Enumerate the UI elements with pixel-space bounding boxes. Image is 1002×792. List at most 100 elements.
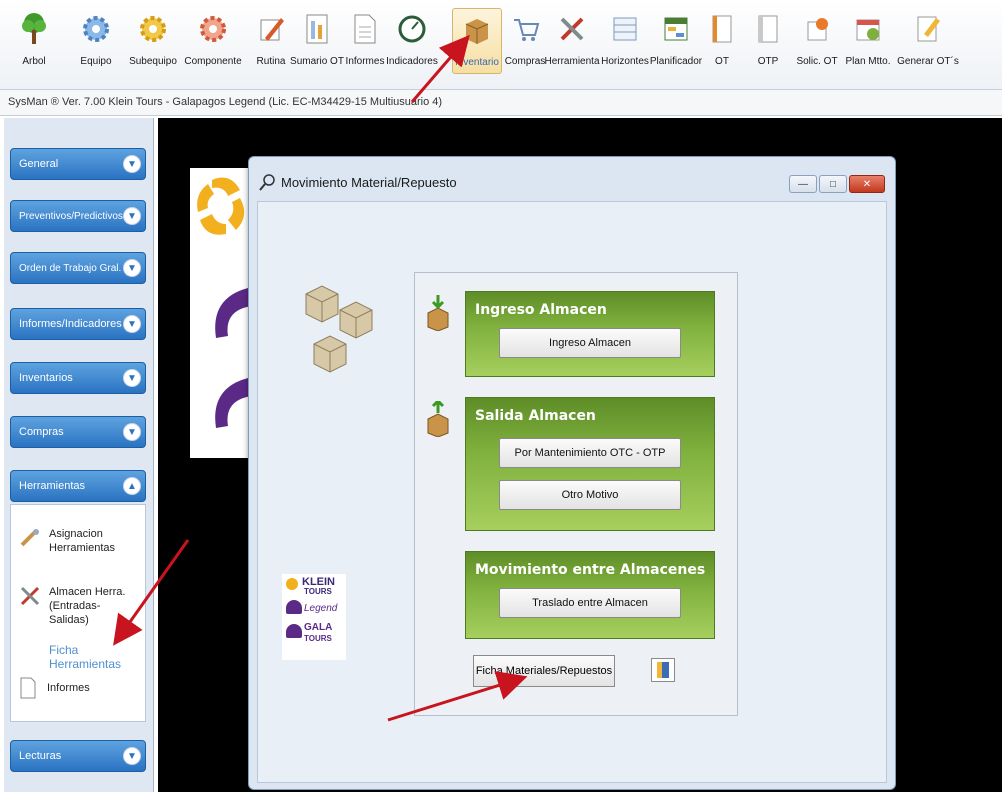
- document-icon: [346, 8, 384, 50]
- toolbar-label: Indicadores: [386, 56, 438, 67]
- toolbar-informes[interactable]: Informes: [346, 8, 384, 74]
- movimiento-almacenes-title: Movimiento entre Almacenes: [475, 562, 706, 578]
- toolbar-herramienta[interactable]: Herramienta: [544, 8, 600, 74]
- dialog-body: Ingreso Almacen Ingreso Almacen Salida A…: [257, 201, 887, 783]
- sidebar-section-label: Lecturas: [19, 750, 62, 762]
- toolbar-horizontes[interactable]: Horizontes: [601, 8, 649, 74]
- minimize-button[interactable]: —: [789, 175, 817, 193]
- sidebar-section-label: Informes/Indicadores: [19, 318, 122, 330]
- chevron-down-icon: ▼: [123, 369, 141, 387]
- sidebar-section-preventivos[interactable]: Preventivos/Predictivos ▼: [10, 200, 146, 232]
- window-controls: — □ ✕: [789, 175, 885, 193]
- galapagos-logo-icon: [286, 600, 302, 614]
- panel-item-asignacion[interactable]: Asignacion Herramientas: [19, 527, 129, 555]
- toolbar-label: Herramienta: [544, 56, 600, 67]
- toolbar-label: Horizontes: [601, 56, 649, 67]
- toolbar-label: Inventario: [455, 57, 499, 68]
- sidebar-section-orden-trabajo[interactable]: Orden de Trabajo Gral. ▼: [10, 252, 146, 284]
- klein-tours-logo: KLEIN TOURS Legend GALA TOURS: [282, 574, 346, 660]
- status-bar: SysMan ® Ver. 7.00 Klein Tours - Galapag…: [0, 90, 1002, 116]
- document-icon: [20, 677, 36, 699]
- tools-assign-icon: [20, 529, 39, 547]
- toolbar-generar-ots[interactable]: Generar OT´s: [896, 8, 960, 74]
- toolbar-label: Equipo: [80, 56, 112, 67]
- exit-door-button[interactable]: [651, 658, 675, 682]
- gear-yellow-icon: [134, 8, 172, 50]
- sidebar-section-label: General: [19, 158, 59, 170]
- toolbar-subequipo[interactable]: Subequipo: [128, 8, 178, 74]
- chevron-down-icon: ▼: [123, 747, 141, 765]
- sidebar-section-label: Herramientas: [19, 480, 86, 492]
- toolbar-inventario[interactable]: Inventario: [452, 8, 502, 74]
- ficha-materiales-button[interactable]: Ficha Materiales/Repuestos: [473, 655, 615, 687]
- sidebar-section-label: Orden de Trabajo Gral.: [19, 262, 122, 274]
- toolbar-plan-mtto[interactable]: Plan Mtto.: [842, 8, 894, 74]
- toolbar-sumario-ot[interactable]: Sumario OT: [290, 8, 344, 74]
- box-out-arrow-icon: [427, 401, 449, 437]
- sidebar-section-lecturas[interactable]: Lecturas ▼: [10, 740, 146, 772]
- pencil-icon: [252, 8, 290, 50]
- gear-blue-icon: [77, 8, 115, 50]
- sidebar-section-compras[interactable]: Compras ▼: [10, 416, 146, 448]
- gauge-icon: [393, 8, 431, 50]
- company-logo-card: [190, 168, 254, 458]
- toolbar-label: Planificador: [649, 56, 703, 67]
- chevron-down-icon: ▼: [123, 155, 141, 173]
- gear-red-icon: [194, 8, 232, 50]
- dialog-titlebar: Movimiento Material/Repuesto: [259, 173, 457, 191]
- toolbar-compras[interactable]: Compras: [502, 8, 548, 74]
- panel-item-almacen-herra[interactable]: Almacen Herra. (Entradas-Salidas): [19, 585, 139, 627]
- toolbar-otp[interactable]: OTP: [752, 8, 784, 74]
- tools-icon: [553, 8, 591, 50]
- movement-options-frame: Ingreso Almacen Ingreso Almacen Salida A…: [414, 272, 738, 716]
- toolbar-planificador[interactable]: Planificador: [650, 8, 702, 74]
- toolbar-label: Subequipo: [129, 56, 177, 67]
- plan-icon: [849, 8, 887, 50]
- herramientas-panel: Asignacion Herramientas Almacen Herra. (…: [10, 504, 146, 722]
- toolbar-solic-ot[interactable]: Solic. OT: [794, 8, 840, 74]
- toolbar-label: Arbol: [22, 56, 46, 67]
- company-logo-image: [197, 177, 252, 428]
- maximize-button[interactable]: □: [819, 175, 847, 193]
- otp-icon: [749, 8, 787, 50]
- sidebar-section-herramientas[interactable]: Herramientas ▲: [10, 470, 146, 502]
- sidebar-section-informes[interactable]: Informes/Indicadores ▼: [10, 308, 146, 340]
- horizon-icon: [606, 8, 644, 50]
- toolbar-label: Generar OT´s: [897, 56, 959, 67]
- toolbar-label: Rutina: [256, 56, 286, 67]
- close-button[interactable]: ✕: [849, 175, 885, 193]
- boxes-illustration-icon: [305, 285, 373, 373]
- box-in-arrow-icon: [427, 295, 449, 331]
- request-icon: [798, 8, 836, 50]
- toolbar-ot[interactable]: OT: [706, 8, 738, 74]
- mantenimiento-otc-otp-button[interactable]: Por Mantenimiento OTC - OTP: [499, 438, 681, 468]
- box-icon: [458, 9, 496, 51]
- movimiento-dialog: Movimiento Material/Repuesto — □ ✕ Ingre…: [248, 156, 896, 790]
- sidebar-section-general[interactable]: General ▼: [10, 148, 146, 180]
- sidebar-section-inventarios[interactable]: Inventarios ▼: [10, 362, 146, 394]
- ingreso-almacen-button[interactable]: Ingreso Almacen: [499, 328, 681, 358]
- panel-item-informes[interactable]: Informes: [19, 677, 90, 699]
- toolbar-indicadores[interactable]: Indicadores: [386, 8, 438, 74]
- toolbar-label: Solic. OT: [796, 56, 838, 67]
- toolbar-label: OTP: [757, 56, 779, 67]
- panel-item-label: Asignacion Herramientas: [49, 528, 116, 554]
- logo-text: GALA: [304, 622, 333, 633]
- otro-motivo-button[interactable]: Otro Motivo: [499, 480, 681, 510]
- sidebar-section-label: Preventivos/Predictivos: [19, 210, 123, 222]
- toolbar-arbol[interactable]: Arbol: [14, 8, 54, 74]
- toolbar-componente[interactable]: Componente: [184, 8, 242, 74]
- toolbar-label: Compras: [504, 56, 546, 67]
- cart-icon: [506, 8, 544, 50]
- salida-almacen-title: Salida Almacen: [475, 408, 596, 424]
- toolbar-rutina[interactable]: Rutina: [254, 8, 288, 74]
- toolbar-equipo[interactable]: Equipo: [76, 8, 116, 74]
- gala-logo-icon: [286, 624, 302, 638]
- panel-item-ficha-herramientas[interactable]: Ficha Herramientas: [49, 643, 145, 671]
- dialog-title: Movimiento Material/Repuesto: [281, 174, 457, 190]
- chevron-down-icon: ▼: [123, 315, 141, 333]
- traslado-almacen-button[interactable]: Traslado entre Almacen: [499, 588, 681, 618]
- panel-item-label: Almacen Herra. (Entradas-Salidas): [49, 586, 126, 626]
- ot-icon: [703, 8, 741, 50]
- sidebar: General ▼ Preventivos/Predictivos ▼ Orde…: [4, 118, 154, 792]
